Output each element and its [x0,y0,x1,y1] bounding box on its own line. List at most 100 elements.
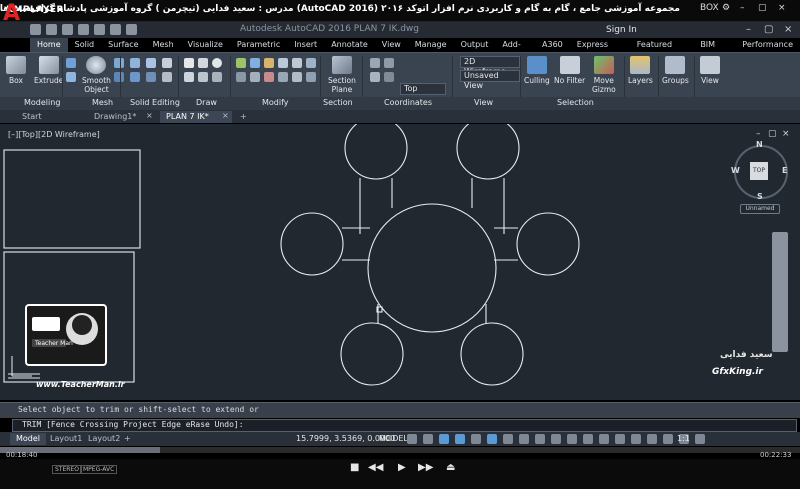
close-button[interactable]: × [778,3,786,13]
tab-mesh[interactable]: Mesh [146,38,181,52]
annotation-scale[interactable]: 1:1 [677,434,690,443]
viewcube-east[interactable]: E [782,166,787,175]
arc-icon[interactable] [184,72,194,82]
object-snap-tracking-icon[interactable] [503,434,513,444]
lineweight-icon[interactable] [519,434,529,444]
redo-icon[interactable] [126,24,137,35]
solid-subtract-icon[interactable] [130,72,140,82]
viewcube-south[interactable]: S [757,192,763,201]
fast-forward-button[interactable]: ▶▶ [418,462,433,473]
solid-intersect-icon[interactable] [146,58,156,68]
minimize-button[interactable]: – [740,3,745,13]
drawing-canvas[interactable] [0,124,800,400]
tab-express-tools[interactable]: Express Tools [570,38,630,63]
panel-label-mesh[interactable]: Mesh [92,98,113,107]
section-plane-button[interactable]: Section Plane [328,56,356,94]
saved-view-dropdown[interactable]: Unsaved View [460,70,520,90]
tab-model[interactable]: Model [10,433,47,445]
tab-home[interactable]: Home [30,38,68,52]
circle-icon[interactable] [212,58,222,68]
tab-annotate[interactable]: Annotate [324,38,375,52]
autoscale-icon[interactable] [599,434,609,444]
hatch-icon[interactable] [212,72,222,82]
layers-button[interactable]: Layers [628,56,653,85]
tab-view[interactable]: View [375,38,408,52]
stop-button[interactable]: ■ [350,462,359,473]
save-as-icon[interactable] [78,24,89,35]
rotate-icon[interactable] [250,58,260,68]
separate-icon[interactable] [162,72,172,82]
groups-button[interactable]: Groups [662,56,689,85]
application-menu-button[interactable]: A [3,1,25,35]
slice-icon[interactable] [146,72,156,82]
eject-button[interactable]: ⏏ [446,462,455,473]
file-tab-start[interactable]: Start [16,111,48,123]
explode-icon[interactable] [306,72,316,82]
annotation-monitor-icon[interactable] [647,434,657,444]
tab-performance[interactable]: Performance [735,38,800,52]
app-maximize-button[interactable]: ▢ [764,24,773,35]
line-icon[interactable] [184,58,194,68]
viewport-maximize-button[interactable]: ▢ [768,129,777,139]
panel-label-coordinates[interactable]: Coordinates [384,98,432,107]
annotation-visibility-icon[interactable] [583,434,593,444]
tab-output[interactable]: Output [454,38,496,52]
polyline-icon[interactable] [198,58,208,68]
panel-label-view[interactable]: View [474,98,493,107]
tab-solid[interactable]: Solid [68,38,102,52]
new-layout-button[interactable]: + [118,433,137,445]
model-space-toggle[interactable]: MODEL [379,434,408,443]
move-icon[interactable] [236,58,246,68]
mesh-tool-1-icon[interactable] [114,58,124,68]
polar-icon[interactable] [455,434,465,444]
array-icon[interactable] [278,72,288,82]
tab-surface[interactable]: Surface [101,38,145,52]
stretch-icon[interactable] [236,72,246,82]
rectangle-icon[interactable] [198,72,208,82]
mirror-icon[interactable] [292,58,302,68]
workspace-icon[interactable] [631,434,641,444]
erase-icon[interactable] [264,72,274,82]
panel-label-solid-editing[interactable]: Solid Editing [130,98,180,107]
play-button[interactable]: ▶ [398,462,406,473]
close-tab-icon[interactable]: × [146,111,153,120]
customization-icon[interactable] [695,434,705,444]
viewcube-top-face[interactable]: TOP [750,162,768,180]
object-snap-icon[interactable] [487,434,497,444]
ucs-icon[interactable] [370,58,380,68]
undo-icon[interactable] [110,24,121,35]
tab-featured-apps[interactable]: Featured Apps [630,38,694,63]
fillet-icon[interactable] [306,58,316,68]
ucs-world-icon[interactable] [384,58,394,68]
save-icon[interactable] [62,24,73,35]
tab-manage[interactable]: Manage [408,38,454,52]
ucs-3point-icon[interactable] [384,72,394,82]
file-tab-drawing1[interactable]: Drawing1* [88,111,142,123]
close-tab-icon[interactable]: × [222,111,229,120]
viewcube-north[interactable]: N [756,140,763,149]
panel-label-section[interactable]: Section [323,98,353,107]
plot-icon[interactable] [94,24,105,35]
view-button[interactable]: View [700,56,720,85]
panel-label-draw[interactable]: Draw [196,98,217,107]
viewport-controls-label[interactable]: [–][Top][2D Wireframe] [8,130,100,139]
settings-icon[interactable]: ⚙ [722,3,730,13]
selection-cycling-icon[interactable] [551,434,561,444]
ucs-dropdown[interactable]: Top [400,83,446,95]
copy-icon[interactable] [278,58,288,68]
extrude-button[interactable]: Extrude [34,56,63,85]
solid-union-icon[interactable] [130,58,140,68]
transparency-icon[interactable] [535,434,545,444]
viewport-close-button[interactable]: × [782,129,790,139]
tab-parametric[interactable]: Parametric [230,38,287,52]
annotation-scale-icon[interactable] [615,434,625,444]
app-close-button[interactable]: × [784,24,792,35]
seek-bar[interactable] [0,447,800,453]
tab-insert[interactable]: Insert [287,38,324,52]
move-gizmo-button[interactable]: Move Gizmo [592,56,616,94]
ucs-origin-icon[interactable] [370,72,380,82]
presspull-icon[interactable] [66,58,76,68]
app-minimize-button[interactable]: – [746,24,751,35]
ortho-icon[interactable] [439,434,449,444]
maximize-button[interactable]: ▢ [758,3,767,13]
